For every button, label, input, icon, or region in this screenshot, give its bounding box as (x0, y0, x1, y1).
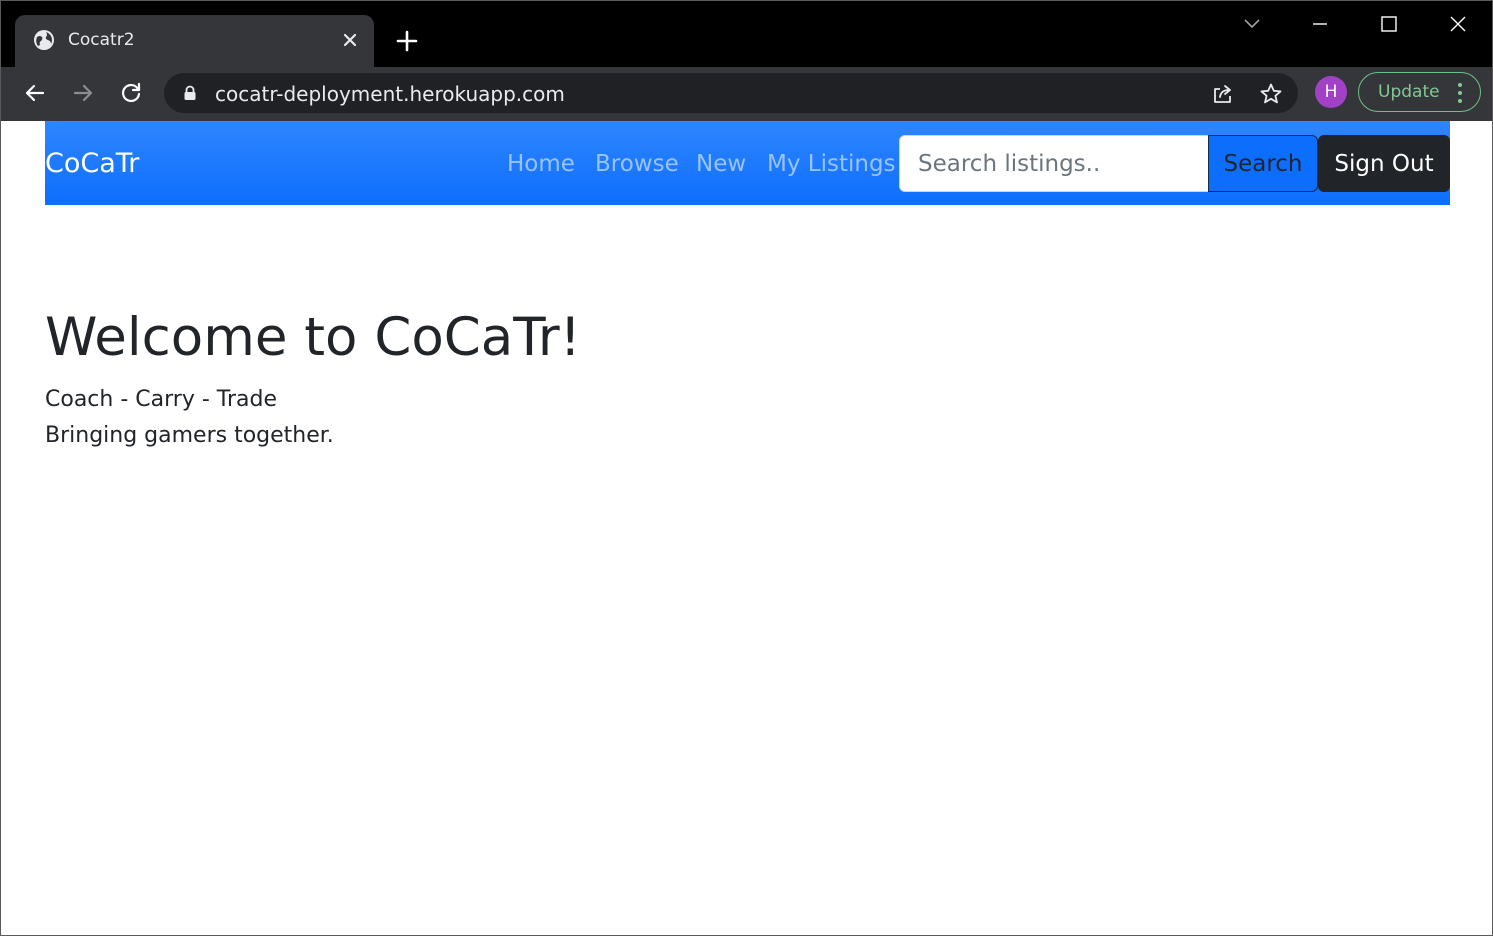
page-title: Welcome to CoCaTr! (45, 307, 581, 368)
kebab-menu-icon (1458, 83, 1462, 103)
search-button[interactable]: Search (1208, 135, 1318, 192)
url-text: cocatr-deployment.herokuapp.com (215, 82, 565, 106)
minimize-icon[interactable] (1307, 11, 1333, 37)
back-arrow-icon[interactable] (22, 80, 48, 106)
address-bar[interactable]: cocatr-deployment.herokuapp.com (164, 73, 1298, 113)
subtitle-text: Bringing gamers together. (45, 423, 334, 448)
star-icon[interactable] (1258, 81, 1284, 107)
window-close-icon[interactable] (1445, 11, 1471, 37)
nav-link-browse[interactable]: Browse (595, 151, 679, 177)
nav-link-new[interactable]: New (696, 151, 746, 177)
profile-avatar[interactable]: H (1315, 76, 1347, 108)
tab-title: Cocatr2 (68, 30, 135, 50)
browser-window: Cocatr2 cocatr-deployment.herokuapp.com … (0, 0, 1493, 936)
web-page: CoCaTr Home Browse New My Listings Searc… (1, 121, 1492, 935)
update-button[interactable]: Update (1358, 72, 1481, 112)
chevron-down-icon[interactable] (1239, 11, 1265, 37)
lock-icon[interactable] (183, 85, 197, 101)
share-icon[interactable] (1210, 81, 1236, 107)
browser-toolbar: cocatr-deployment.herokuapp.com H Update (1, 67, 1492, 121)
maximize-icon[interactable] (1376, 11, 1402, 37)
tab-strip: Cocatr2 (1, 1, 1492, 67)
browser-tab[interactable]: Cocatr2 (15, 15, 374, 67)
update-label: Update (1378, 82, 1440, 102)
site-navbar: CoCaTr Home Browse New My Listings Searc… (45, 121, 1450, 205)
globe-icon (34, 30, 54, 50)
reload-icon[interactable] (118, 80, 144, 106)
nav-link-home[interactable]: Home (507, 151, 575, 177)
close-icon[interactable] (339, 29, 361, 51)
tagline-text: Coach - Carry - Trade (45, 387, 277, 412)
sign-out-button[interactable]: Sign Out (1318, 135, 1450, 192)
nav-link-my-listings[interactable]: My Listings (767, 151, 896, 177)
forward-arrow-icon[interactable] (70, 80, 96, 106)
plus-icon[interactable] (394, 28, 420, 54)
brand-link[interactable]: CoCaTr (45, 148, 139, 179)
search-input[interactable] (899, 135, 1209, 192)
